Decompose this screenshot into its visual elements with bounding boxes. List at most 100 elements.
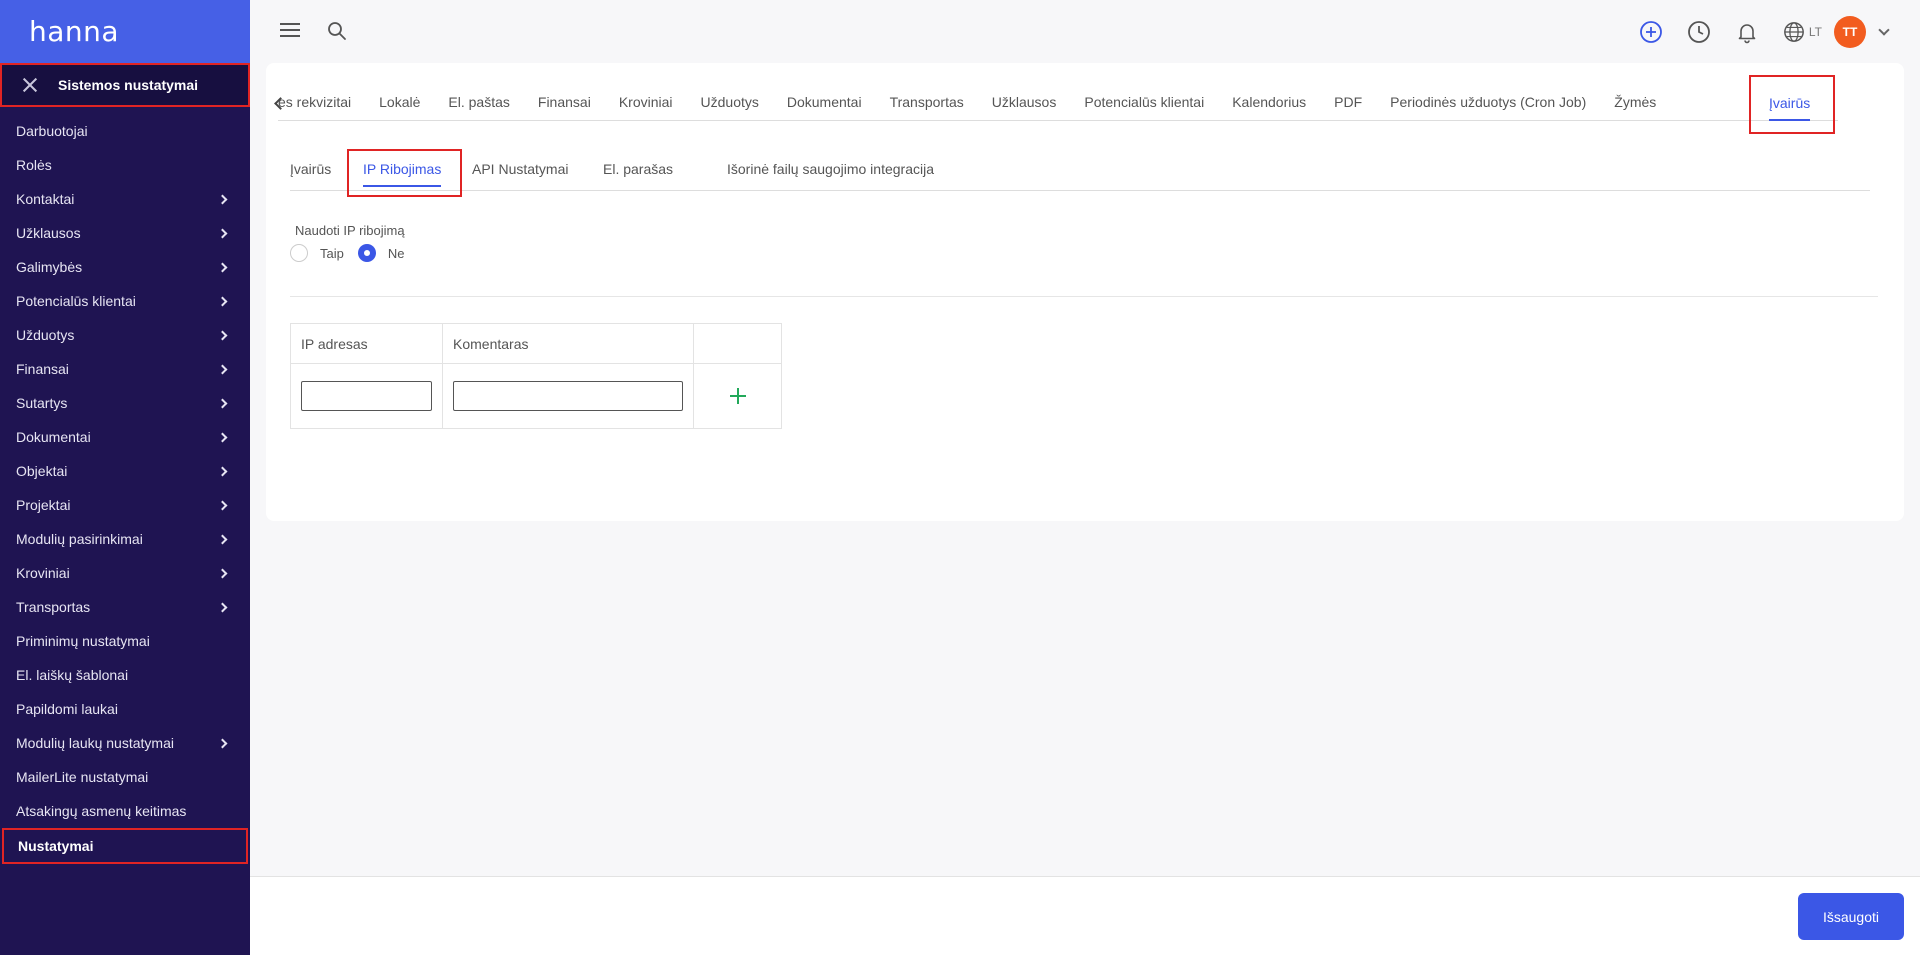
footer-bar: Išsaugoti bbox=[250, 876, 1920, 955]
sidebar-menu: Darbuotojai Rolės Kontaktai Užklausos Galimy… bbox=[0, 107, 250, 864]
main-tab[interactable]: El. paštas bbox=[434, 86, 523, 120]
sidebar-item[interactable]: Darbuotojai bbox=[0, 114, 250, 148]
chevron-down-icon[interactable] bbox=[1878, 24, 1890, 36]
subtab-ivairus[interactable]: Įvairūs bbox=[290, 161, 331, 177]
sidebar-item[interactable]: Atsakingų asmenų keitimas bbox=[0, 794, 250, 828]
chevron-right-icon bbox=[217, 262, 228, 272]
sidebar-item-label: Kroviniai bbox=[16, 565, 70, 581]
sidebar-item[interactable]: Sutartys bbox=[0, 386, 250, 420]
hamburger-menu-icon[interactable] bbox=[280, 23, 300, 38]
top-bar: LT TT bbox=[250, 0, 1920, 63]
search-icon[interactable] bbox=[327, 21, 347, 41]
radio-taip[interactable] bbox=[290, 244, 308, 262]
sidebar-item-label: Sutartys bbox=[16, 395, 68, 411]
sidebar-item[interactable]: Modulių laukų nustatymai bbox=[0, 726, 250, 760]
radio-ne-label[interactable]: Ne bbox=[388, 246, 405, 261]
sidebar-item[interactable]: Projektai bbox=[0, 488, 250, 522]
main-tab[interactable]: PDF bbox=[1320, 86, 1376, 120]
active-subtab-label: IP Ribojimas bbox=[363, 161, 442, 187]
sidebar-item-label: Užklausos bbox=[16, 225, 81, 241]
add-row-plus-icon[interactable] bbox=[729, 388, 746, 404]
sidebar-item[interactable]: Kontaktai bbox=[0, 182, 250, 216]
radio-ne[interactable] bbox=[357, 244, 376, 262]
settings-card: es rekvizitai Lokalė El. paštas Finansai Kro… bbox=[266, 63, 1904, 521]
clock-icon[interactable] bbox=[1687, 20, 1711, 44]
sidebar-item-label: Užduotys bbox=[16, 327, 75, 343]
subtab-isorine-failu-saugojimo-integracija[interactable]: Išorinė failų saugojimo integracija bbox=[727, 161, 934, 177]
sidebar-item-label: Modulių pasirinkimai bbox=[16, 531, 143, 547]
sidebar-item-label: Dokumentai bbox=[16, 429, 91, 445]
main-tab[interactable]: Lokalė bbox=[365, 86, 434, 120]
sidebar-item-label: Kontaktai bbox=[16, 191, 75, 207]
sidebar-item[interactable]: Rolės bbox=[0, 148, 250, 182]
add-circle-icon[interactable] bbox=[1639, 20, 1663, 44]
main-tabs: es rekvizitai Lokalė El. paštas Finansai Kro… bbox=[266, 63, 1904, 138]
ip-address-input[interactable] bbox=[301, 381, 432, 411]
chevron-right-icon bbox=[217, 500, 228, 510]
active-tab-label: Įvairūs bbox=[1769, 95, 1811, 121]
sidebar-item[interactable]: Priminimų nustatymai bbox=[0, 624, 250, 658]
sidebar-section-title: Sistemos nustatymai bbox=[58, 77, 199, 93]
sidebar-item[interactable]: Objektai bbox=[0, 454, 250, 488]
comment-cell bbox=[442, 363, 694, 429]
chevron-right-icon bbox=[217, 568, 228, 578]
main-tab[interactable]: Dokumentai bbox=[773, 86, 876, 120]
main-tab[interactable]: Žymės bbox=[1600, 86, 1670, 120]
sidebar-item[interactable]: Kroviniai bbox=[0, 556, 250, 590]
sidebar-item[interactable]: Užduotys bbox=[0, 318, 250, 352]
table-header-row: IP adresas Komentaras bbox=[290, 323, 782, 364]
main-tab[interactable]: Kalendorius bbox=[1218, 86, 1320, 120]
main-tab[interactable]: Periodinės užduotys (Cron Job) bbox=[1376, 86, 1600, 120]
comment-input[interactable] bbox=[453, 381, 683, 411]
chevron-right-icon bbox=[217, 398, 228, 408]
bell-icon[interactable] bbox=[1735, 20, 1759, 44]
actions-cell bbox=[693, 363, 782, 429]
sidebar-item[interactable]: MailerLite nustatymai bbox=[0, 760, 250, 794]
sidebar-item-label: Nustatymai bbox=[18, 838, 94, 854]
language-code: LT bbox=[1808, 25, 1822, 39]
sidebar-item[interactable]: El. laiškų šablonai bbox=[0, 658, 250, 692]
chevron-right-icon bbox=[217, 432, 228, 442]
main-tab-strip: es rekvizitai Lokalė El. paštas Finansai Kro… bbox=[278, 86, 1838, 121]
column-header-ip: IP adresas bbox=[290, 323, 443, 364]
main-tab[interactable]: Užklausos bbox=[978, 86, 1071, 120]
sidebar-item-label: Modulių laukų nustatymai bbox=[16, 735, 174, 751]
chevron-right-icon bbox=[217, 738, 228, 748]
chevron-right-icon bbox=[217, 330, 228, 340]
subtab-el-parasas[interactable]: El. parašas bbox=[603, 161, 673, 177]
save-button[interactable]: Išsaugoti bbox=[1798, 893, 1904, 940]
tab-ivairus-active[interactable]: Įvairūs bbox=[1749, 75, 1835, 134]
ip-cell bbox=[290, 363, 443, 429]
sidebar-item[interactable]: Dokumentai bbox=[0, 420, 250, 454]
sidebar-item[interactable]: Modulių pasirinkimai bbox=[0, 522, 250, 556]
chevron-right-icon bbox=[217, 296, 228, 306]
radio-taip-label[interactable]: Taip bbox=[320, 246, 344, 261]
avatar[interactable]: TT bbox=[1834, 16, 1866, 48]
main-tab[interactable]: Potencialūs klientai bbox=[1070, 86, 1218, 120]
sub-tabs: Įvairūs IP Ribojimas API Nustatymai El. … bbox=[290, 149, 1870, 197]
main-tab[interactable]: Finansai bbox=[524, 86, 605, 120]
sidebar-item[interactable]: Finansai bbox=[0, 352, 250, 386]
brand-header: hanna bbox=[0, 0, 250, 63]
sidebar-item[interactable]: Transportas bbox=[0, 590, 250, 624]
sidebar-item-label: Papildomi laukai bbox=[16, 701, 118, 717]
sidebar-item[interactable]: Potencialūs klientai bbox=[0, 284, 250, 318]
sidebar-item[interactable]: Papildomi laukai bbox=[0, 692, 250, 726]
chevron-right-icon bbox=[217, 466, 228, 476]
main-tab[interactable]: Kroviniai bbox=[605, 86, 687, 120]
main-tab[interactable]: es rekvizitai bbox=[278, 86, 365, 120]
sidebar-item[interactable]: Nustatymai bbox=[2, 828, 248, 864]
brand-logo[interactable]: hanna bbox=[29, 15, 119, 48]
language-switcher[interactable]: LT bbox=[1783, 21, 1822, 43]
column-header-comment: Komentaras bbox=[442, 323, 694, 364]
sidebar: hanna Sistemos nustatymai Darbuotojai Rol… bbox=[0, 0, 250, 955]
main-tab[interactable]: Transportas bbox=[876, 86, 978, 120]
sidebar-item[interactable]: Užklausos bbox=[0, 216, 250, 250]
sidebar-item[interactable]: Galimybės bbox=[0, 250, 250, 284]
sidebar-item-label: Atsakingų asmenų keitimas bbox=[16, 803, 187, 819]
subtab-ip-ribojimas-active[interactable]: IP Ribojimas bbox=[347, 149, 462, 197]
subtab-api-nustatymai[interactable]: API Nustatymai bbox=[472, 161, 568, 177]
close-icon[interactable] bbox=[20, 75, 40, 95]
main-tab[interactable]: Užduotys bbox=[687, 86, 773, 120]
sidebar-item-label: Rolės bbox=[16, 157, 52, 173]
